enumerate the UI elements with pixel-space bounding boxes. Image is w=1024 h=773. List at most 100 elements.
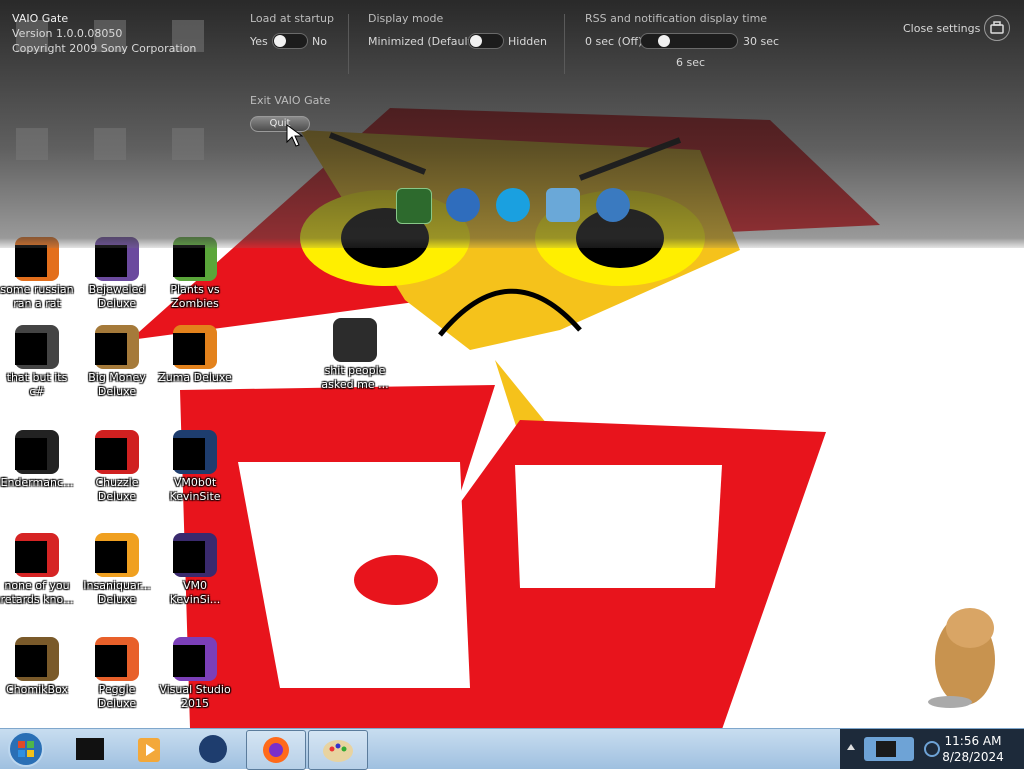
mouse-cursor-icon — [286, 124, 304, 147]
divider — [564, 14, 565, 74]
taskbar-vaio-box[interactable] — [62, 730, 120, 768]
globe-icon — [199, 735, 227, 763]
toggle-knob — [274, 35, 286, 47]
desktop-icon-label: Chuzzle Deluxe — [95, 476, 139, 503]
desktop-icon[interactable]: Plants vs Zombies — [158, 237, 232, 311]
mail-icon[interactable] — [546, 188, 580, 222]
desktop-icon-label: some russian ran a rat — [0, 283, 74, 310]
desktop-icon-label: Endermanc... — [0, 476, 74, 489]
desktop-icon-label: VM0b0t KevinSite — [169, 476, 221, 503]
clock-time: 11:56 AM — [944, 734, 1002, 748]
close-settings-label[interactable]: Close settings — [903, 22, 980, 35]
desktop-icon[interactable]: that but its c# — [0, 325, 74, 399]
redaction-box — [173, 245, 205, 277]
startup-yes-label: Yes — [250, 35, 268, 48]
taskbar: 11:56 AM 8/28/2024 — [0, 728, 1024, 770]
divider — [348, 14, 349, 74]
desktop-icon-label: that but its c# — [6, 371, 68, 398]
clock-date: 8/28/2024 — [942, 750, 1004, 764]
desktop-icon-label: none of you retards kno... — [0, 579, 74, 606]
desktop-icon-label: Insaniquar... Deluxe — [83, 579, 151, 606]
app-copyright: Copyright 2009 Sony Corporation — [12, 42, 197, 55]
rss-max-label: 30 sec — [743, 35, 780, 48]
taskbar-paint[interactable] — [308, 730, 368, 770]
ghost-icon — [16, 128, 48, 160]
app-name: VAIO Gate — [12, 12, 69, 25]
media-player-icon — [138, 738, 160, 762]
system-clock[interactable]: 11:56 AM 8/28/2024 — [930, 733, 1016, 765]
desktop-icon-label: Bejeweled Deluxe — [88, 283, 146, 310]
fish-icon — [95, 533, 139, 577]
desktop-icon[interactable]: Endermanc... — [0, 430, 74, 490]
network-icon[interactable] — [596, 188, 630, 222]
rss-min-label: 0 sec (Off) — [585, 35, 643, 48]
desktop-icon[interactable]: Visual Studio 2015 — [158, 637, 232, 711]
redaction-box — [173, 541, 205, 573]
desktop-icon-label: shit people asked me ... — [321, 364, 389, 391]
redaction-box — [15, 645, 47, 677]
peggle-icon — [95, 637, 139, 681]
desktop-icon[interactable]: Insaniquar... Deluxe — [80, 533, 154, 607]
start-button[interactable] — [0, 730, 56, 768]
desktop-icon[interactable]: none of you retards kno... — [0, 533, 74, 607]
terminal-icon — [15, 430, 59, 474]
exit-header: Exit VAIO Gate — [250, 94, 331, 107]
redaction-box — [173, 438, 205, 470]
desktop-icon-label: Zuma Deluxe — [158, 371, 232, 384]
display-mode-toggle[interactable] — [468, 33, 504, 49]
load-at-startup-header: Load at startup — [250, 12, 335, 25]
toggle-knob — [470, 35, 482, 47]
vaio-gate-settings-panel: VAIO Gate Version 1.0.0.08050 Copyright … — [0, 0, 1024, 248]
desktop-icon-label: Big Money Deluxe — [88, 371, 146, 398]
firefox-icon — [263, 737, 289, 763]
redaction-box — [173, 333, 205, 365]
desktop-icon-label: Visual Studio 2015 — [159, 683, 231, 710]
show-hidden-icons-icon[interactable] — [846, 741, 856, 755]
taskbar-globe[interactable] — [184, 730, 242, 768]
desktop-icon-label: VM0 KevinSi... — [169, 579, 221, 606]
ghost-icon — [94, 128, 126, 160]
redaction-box — [95, 541, 127, 573]
vaio-tray-icon[interactable] — [860, 733, 920, 765]
display-mode-header: Display mode — [368, 12, 444, 25]
chomikbox-icon — [15, 637, 59, 681]
redaction-box — [173, 645, 205, 677]
taskbar-media-player[interactable] — [122, 730, 180, 768]
desktop-icon-label: Plants vs Zombies — [170, 283, 220, 310]
desktop-icon[interactable]: Chuzzle Deluxe — [80, 430, 154, 504]
folder-icon — [333, 318, 377, 362]
desktop-icon[interactable]: Zuma Deluxe — [158, 325, 232, 385]
desktop-icon[interactable]: Bejeweled Deluxe — [80, 237, 154, 311]
paint-icon — [323, 740, 353, 762]
taskbar-firefox[interactable] — [246, 730, 306, 770]
close-settings-button[interactable] — [984, 15, 1010, 41]
media-gallery-icon[interactable] — [396, 188, 432, 224]
rss-time-slider[interactable] — [640, 33, 738, 49]
vaio-update-icon[interactable] — [446, 188, 480, 222]
desktop-icon[interactable]: some russian ran a rat — [0, 237, 74, 311]
redaction-box — [15, 541, 47, 573]
app-version: Version 1.0.0.08050 — [12, 27, 123, 40]
money-bag-icon — [95, 325, 139, 369]
desktop-icon[interactable]: ChomikBox — [0, 637, 74, 697]
desktop-icon[interactable]: shit people asked me ... — [318, 318, 392, 392]
vm-icon — [173, 430, 217, 474]
desktop-icon-label: Peggle Deluxe — [97, 683, 137, 710]
red-circle-icon — [15, 533, 59, 577]
redaction-box — [95, 438, 127, 470]
internet-explorer-icon[interactable] — [496, 188, 530, 222]
ghost-icon — [172, 128, 204, 160]
desktop-icon[interactable]: Big Money Deluxe — [80, 325, 154, 399]
startup-no-label: No — [312, 35, 327, 48]
vm-purple-icon — [173, 533, 217, 577]
slider-knob[interactable] — [658, 35, 671, 47]
desktop-icon[interactable]: VM0b0t KevinSite — [158, 430, 232, 504]
start-orb-icon — [8, 731, 44, 767]
startup-toggle[interactable] — [272, 33, 308, 49]
stacked-windows-icon — [15, 325, 59, 369]
redaction-box — [95, 333, 127, 365]
desktop-icon[interactable]: VM0 KevinSi... — [158, 533, 232, 607]
desktop-icon-label: ChomikBox — [6, 683, 68, 696]
redaction-box — [15, 333, 47, 365]
desktop-icon[interactable]: Peggle Deluxe — [80, 637, 154, 711]
